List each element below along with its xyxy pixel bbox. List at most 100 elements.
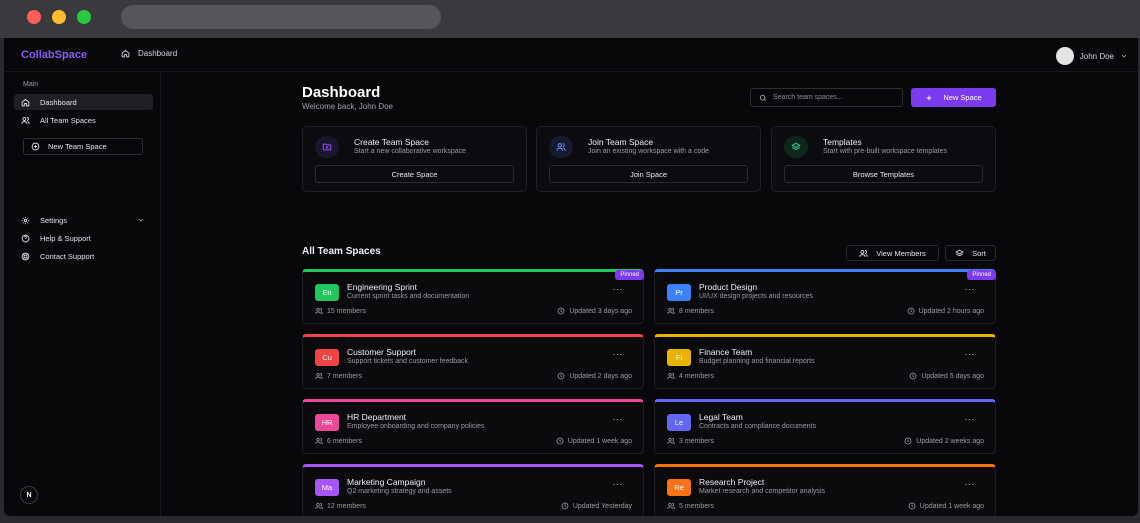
- space-members: 3 members: [667, 437, 714, 445]
- space-card[interactable]: Ma Marketing Campaign Q2 marketing strat…: [302, 464, 644, 516]
- page-subtitle: Welcome back, John Doe: [302, 102, 394, 111]
- home-icon: [21, 98, 30, 107]
- space-members: 8 members: [667, 307, 714, 315]
- space-card[interactable]: HR HR Department Employee onboarding and…: [302, 399, 644, 454]
- space-updated: Updated 2 weeks ago: [904, 437, 984, 445]
- space-updated: Updated 2 hours ago: [907, 307, 984, 315]
- maximize-window-button[interactable]: [77, 10, 91, 24]
- space-updated: Updated 1 week ago: [908, 502, 984, 510]
- more-options-icon[interactable]: ···: [613, 284, 624, 294]
- clock-icon: [557, 372, 565, 380]
- templates-card: Templates Start with pre-built workspace…: [771, 126, 996, 192]
- action-description: Start with pre-built workspace templates: [823, 148, 948, 155]
- more-options-icon[interactable]: ···: [613, 479, 624, 489]
- chevron-down-icon: [137, 216, 145, 224]
- space-avatar: Ma: [315, 479, 339, 496]
- space-name: HR Department: [347, 412, 407, 422]
- browse-templates-button[interactable]: Browse Templates: [784, 165, 983, 183]
- page-title: Dashboard: [302, 84, 381, 101]
- sidebar-item-contact[interactable]: Contact Support: [14, 248, 153, 264]
- clock-icon: [907, 307, 915, 315]
- avatar: [1055, 47, 1074, 65]
- users-icon: [315, 307, 323, 315]
- clock-icon: [557, 307, 565, 315]
- breadcrumb-label: Dashboard: [138, 49, 178, 58]
- space-members: 7 members: [315, 372, 362, 380]
- view-members-button[interactable]: View Members: [846, 245, 939, 261]
- users-icon: [667, 437, 675, 445]
- space-card[interactable]: Re Research Project Market research and …: [654, 464, 996, 516]
- space-avatar: Re: [667, 479, 691, 496]
- more-options-icon[interactable]: ···: [613, 414, 624, 424]
- search-input[interactable]: Search team spaces...: [750, 88, 903, 107]
- space-avatar: Fi: [667, 349, 691, 366]
- new-team-space-button[interactable]: New Team Space: [23, 138, 143, 155]
- sidebar-item-label: All Team Spaces: [40, 115, 96, 125]
- space-name: Finance Team: [699, 347, 753, 357]
- breadcrumb[interactable]: Dashboard: [121, 49, 177, 58]
- browser-chrome: [0, 0, 1140, 38]
- updated-time: Updated Yesterday: [572, 502, 632, 510]
- users-icon: [315, 372, 323, 380]
- join-space-button[interactable]: Join Space: [549, 165, 748, 183]
- space-card[interactable]: Pinned En Engineering Sprint Current spr…: [302, 269, 644, 324]
- clock-icon: [909, 372, 917, 380]
- sidebar-item-help[interactable]: Help & Support: [14, 230, 153, 246]
- members-count: 7 members: [327, 372, 363, 380]
- space-members: 5 members: [667, 502, 714, 510]
- space-card[interactable]: Pinned Pr Product Design UI/UX design pr…: [654, 269, 996, 324]
- users-icon: [667, 307, 675, 315]
- more-options-icon[interactable]: ···: [965, 349, 976, 359]
- sort-button[interactable]: Sort: [945, 245, 996, 261]
- space-avatar: Le: [667, 414, 691, 431]
- new-space-button[interactable]: New Space: [911, 88, 996, 107]
- sidebar-item-dashboard[interactable]: Dashboard: [14, 94, 153, 110]
- space-card[interactable]: Fi Finance Team Budget planning and fina…: [654, 334, 996, 389]
- n-badge[interactable]: N: [20, 486, 38, 504]
- space-members: 15 members: [315, 307, 366, 315]
- close-window-button[interactable]: [27, 10, 41, 24]
- sidebar-item-label: Settings: [40, 215, 68, 225]
- user-menu[interactable]: John Doe: [1055, 47, 1128, 65]
- new-team-space-label: New Team Space: [48, 142, 107, 151]
- space-name: Engineering Sprint: [347, 282, 417, 292]
- more-options-icon[interactable]: ···: [613, 349, 624, 359]
- space-updated: Updated Yesterday: [561, 502, 632, 510]
- clock-icon: [908, 502, 916, 510]
- pinned-badge: Pinned: [615, 270, 644, 280]
- space-card[interactable]: Cu Customer Support Support tickets and …: [302, 334, 644, 389]
- space-members: 4 members: [667, 372, 714, 380]
- search-icon: [759, 94, 767, 102]
- space-avatar: HR: [315, 414, 339, 431]
- more-options-icon[interactable]: ···: [965, 479, 976, 489]
- space-description: UI/UX design projects and resources: [699, 293, 813, 300]
- members-count: 8 members: [679, 307, 715, 315]
- members-count: 5 members: [679, 502, 715, 510]
- space-updated: Updated 2 days ago: [557, 372, 632, 380]
- space-avatar: Cu: [315, 349, 339, 366]
- top-nav: CollabSpace Dashboard John Doe: [4, 38, 1138, 72]
- space-name: Research Project: [699, 477, 765, 487]
- users-icon: [667, 502, 675, 510]
- space-description: Contracts and compliance documents: [699, 423, 817, 430]
- clock-icon: [904, 437, 912, 445]
- brand-logo[interactable]: CollabSpace: [21, 49, 87, 61]
- space-card[interactable]: Le Legal Team Contracts and compliance d…: [654, 399, 996, 454]
- space-description: Q2 marketing strategy and assets: [347, 488, 452, 495]
- space-description: Market research and competitor analysis: [699, 488, 826, 495]
- space-description: Budget planning and financial reports: [699, 358, 815, 365]
- sidebar-item-all-team-spaces[interactable]: All Team Spaces: [14, 112, 153, 128]
- app-window: CollabSpace Dashboard John Doe Main Dash…: [4, 38, 1138, 516]
- minimize-window-button[interactable]: [52, 10, 66, 24]
- create-space-button[interactable]: Create Space: [315, 165, 514, 183]
- space-avatar: En: [315, 284, 339, 301]
- sort-label: Sort: [972, 248, 986, 258]
- space-name: Product Design: [699, 282, 758, 292]
- more-options-icon[interactable]: ···: [965, 414, 976, 424]
- search-placeholder: Search team spaces...: [773, 94, 843, 101]
- space-name: Legal Team: [699, 412, 743, 422]
- view-members-label: View Members: [876, 248, 926, 258]
- address-bar[interactable]: [121, 5, 441, 29]
- sidebar-item-settings[interactable]: Settings: [14, 212, 153, 228]
- more-options-icon[interactable]: ···: [965, 284, 976, 294]
